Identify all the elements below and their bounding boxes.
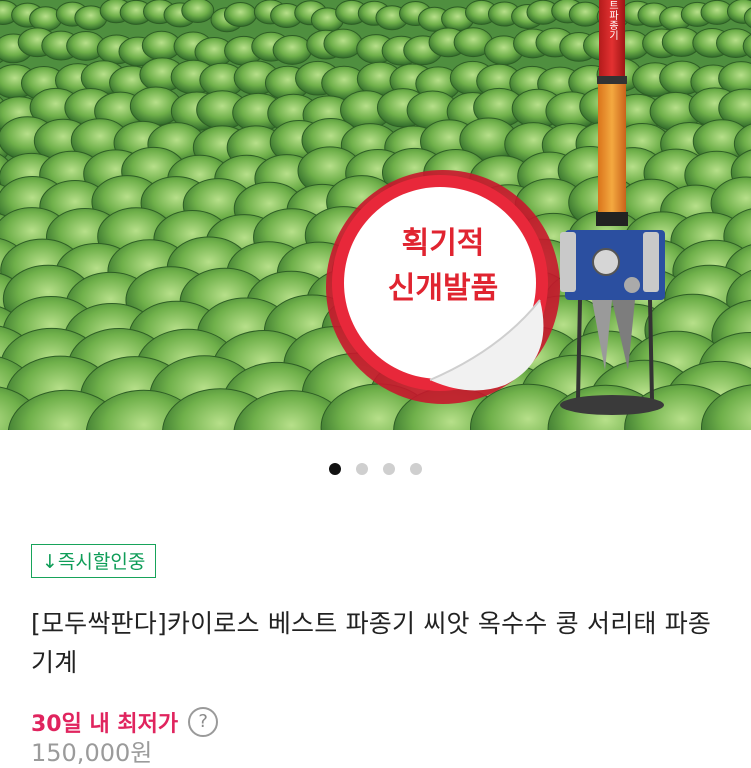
carousel-dot[interactable]	[329, 463, 341, 475]
carousel-indicator	[0, 461, 751, 477]
product-image[interactable]: 획기적 신개발품 베스트파종기	[0, 0, 751, 430]
promo-sticker: 획기적 신개발품	[326, 170, 560, 404]
instant-discount-badge: ↓즉시할인중	[31, 544, 157, 578]
carousel-dot[interactable]	[410, 463, 422, 475]
lowest-price-row: 30일 내 최저가 ?	[31, 704, 219, 740]
carousel-dot[interactable]	[356, 463, 368, 475]
promo-line-1: 획기적	[402, 226, 485, 261]
lowest-price-label: 30일 내 최저가	[31, 712, 179, 737]
product-price: 150,000원	[31, 739, 153, 767]
promo-line-2: 신개발품	[388, 271, 498, 306]
help-icon[interactable]: ?	[188, 707, 219, 737]
carousel-dot[interactable]	[383, 463, 395, 475]
pole-label: 베스트파종기	[607, 0, 619, 41]
product-title: [모두싹판다]카이로스 베스트 파종기 씨앗 옥수수 콩 서리태 파종기계	[31, 609, 712, 677]
